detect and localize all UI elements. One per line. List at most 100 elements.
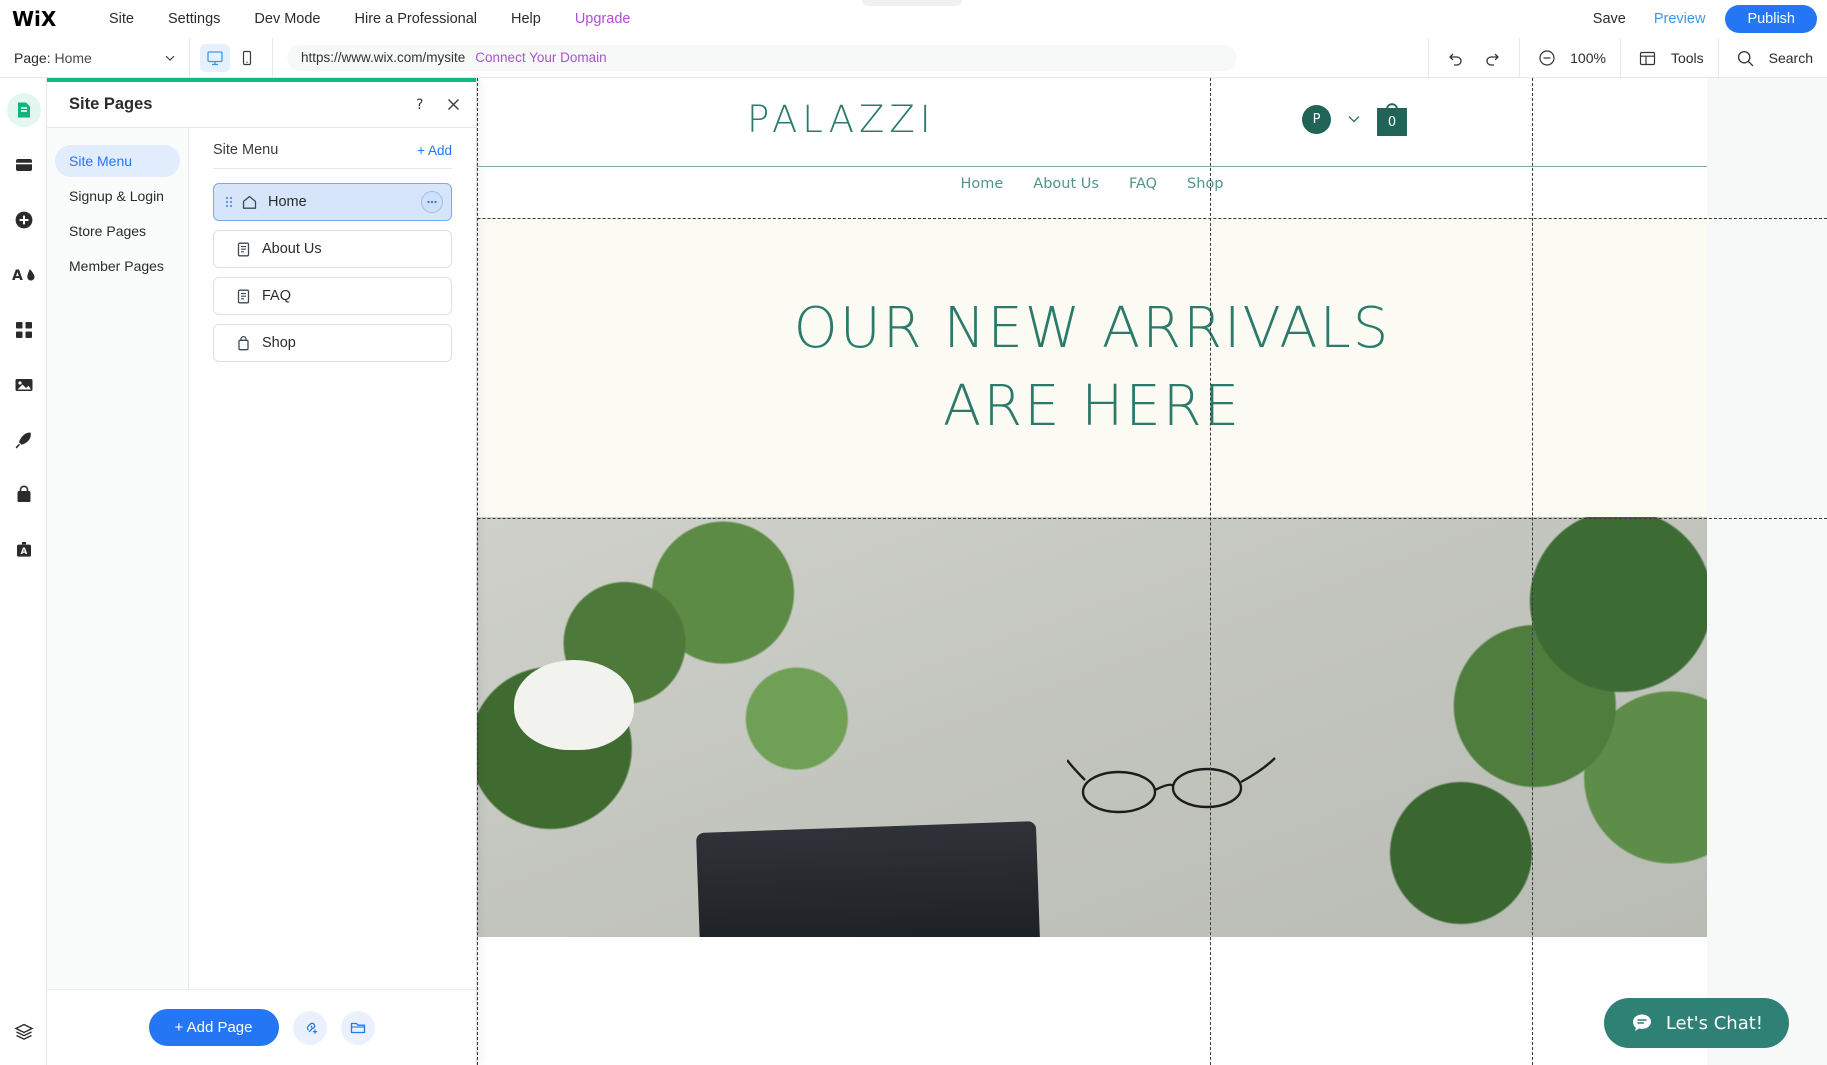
panel-nav-store-pages[interactable]: Store Pages: [55, 215, 180, 247]
desktop-view-button[interactable]: [200, 43, 230, 72]
menu-settings[interactable]: Settings: [151, 0, 237, 38]
rail-blog[interactable]: [0, 416, 47, 463]
page-selector-value: Home: [54, 49, 92, 66]
svg-text:A: A: [12, 268, 23, 284]
zoom-level[interactable]: 100%: [1570, 50, 1606, 66]
save-button[interactable]: Save: [1579, 11, 1640, 27]
hero-headline: OUR NEW ARRIVALS ARE HERE: [794, 290, 1391, 446]
undo-button[interactable]: [1443, 45, 1469, 71]
menu-help[interactable]: Help: [494, 0, 558, 38]
preview-button[interactable]: Preview: [1640, 11, 1720, 27]
page-label-faq: FAQ: [262, 288, 292, 304]
panel-header-actions: ?: [412, 96, 462, 113]
marketing-icon: A: [16, 541, 31, 557]
rail-add-elements[interactable]: [0, 196, 47, 243]
add-menu-item-button[interactable]: + Add: [417, 143, 452, 158]
page-row-shop[interactable]: Shop: [213, 324, 452, 362]
chevron-down-icon[interactable]: [1345, 110, 1363, 128]
zoom-group[interactable]: 100%: [1519, 38, 1620, 78]
add-page-button[interactable]: + Add Page: [148, 1009, 279, 1046]
rail-site-pages[interactable]: [0, 86, 47, 133]
panel-title: Site Pages: [69, 95, 153, 113]
tools-label[interactable]: Tools: [1671, 50, 1704, 66]
menu-site[interactable]: Site: [92, 0, 151, 38]
search-group[interactable]: Search: [1717, 38, 1827, 78]
zoom-out-button[interactable]: [1534, 45, 1560, 71]
site-pages-icon: [17, 102, 30, 117]
drag-handle-icon[interactable]: [224, 194, 234, 210]
chat-bubble-icon: [1632, 1014, 1651, 1031]
site-header-actions: P 0: [1302, 102, 1407, 136]
site-brand: PALAZZI: [747, 98, 936, 141]
page-selector-prefix: Page:: [14, 49, 51, 66]
rail-store[interactable]: [0, 471, 47, 518]
history-group: [1428, 38, 1519, 78]
more-options-icon[interactable]: [421, 191, 443, 213]
rail-apps[interactable]: [0, 306, 47, 353]
redo-button[interactable]: [1479, 45, 1505, 71]
hero-line-1: OUR NEW ARRIVALS: [793, 295, 1391, 361]
site-stage[interactable]: PALAZZI P 0 Home About Us FAQ Shop OUR N…: [477, 78, 1707, 1065]
rail-sections[interactable]: [0, 141, 47, 188]
add-link-button[interactable]: [292, 1010, 327, 1045]
glasses-icon: [1067, 757, 1277, 814]
page-row-home[interactable]: Home: [213, 183, 452, 221]
site-url-bar[interactable]: https://www.wix.com/mysite Connect Your …: [287, 44, 1237, 71]
hero-photo[interactable]: [477, 517, 1707, 937]
site-nav-faq[interactable]: FAQ: [1129, 176, 1157, 192]
site-header[interactable]: PALAZZI P 0 Home About Us FAQ Shop: [477, 78, 1707, 218]
page-icon: [232, 288, 254, 305]
menu-upgrade[interactable]: Upgrade: [558, 0, 648, 38]
chat-widget-button[interactable]: Let's Chat!: [1603, 998, 1789, 1048]
panel-nav-signup-login[interactable]: Signup & Login: [55, 180, 180, 212]
page-row-about-us[interactable]: About Us: [213, 230, 452, 268]
top-tab-nub: [862, 0, 962, 6]
chat-widget-label: Let's Chat!: [1665, 1012, 1763, 1034]
avatar[interactable]: P: [1302, 104, 1331, 134]
plant-pot: [513, 659, 634, 750]
add-folder-button[interactable]: [340, 1010, 375, 1045]
publish-button[interactable]: Publish: [1725, 5, 1817, 33]
page-row-faq[interactable]: FAQ: [213, 277, 452, 315]
menu-dev-mode[interactable]: Dev Mode: [237, 0, 337, 38]
hero-section[interactable]: OUR NEW ARRIVALS ARE HERE: [477, 218, 1707, 517]
blog-icon: [15, 431, 31, 448]
close-icon: [448, 99, 459, 110]
page-selector[interactable]: Page: Home: [0, 37, 190, 78]
site-nav-shop[interactable]: Shop: [1187, 176, 1223, 192]
left-icon-rail: A A: [0, 78, 47, 1065]
panel-nav-member-pages[interactable]: Member Pages: [55, 250, 180, 282]
editor-toolbar: Page: Home https://www.wix.com/mysite Co…: [0, 37, 1827, 78]
site-nav-about-us[interactable]: About Us: [1033, 176, 1099, 192]
rail-site-design[interactable]: A: [0, 251, 47, 298]
svg-text:WiX: WiX: [12, 8, 57, 30]
tools-group[interactable]: Tools: [1619, 38, 1718, 78]
mobile-view-button[interactable]: [232, 44, 262, 72]
svg-text:A: A: [20, 547, 27, 557]
panel-nav: Site Menu Signup & Login Store Pages Mem…: [47, 128, 189, 989]
site-pages-panel[interactable]: Site Pages ? Site Menu Signup & Login St…: [47, 78, 477, 1065]
tools-button[interactable]: [1635, 45, 1661, 71]
menu-hire-a-professional[interactable]: Hire a Professional: [338, 0, 495, 38]
add-elements-icon: [15, 211, 32, 228]
site-nav-home[interactable]: Home: [960, 176, 1003, 192]
panel-body: Site Menu Signup & Login Store Pages Mem…: [47, 128, 476, 989]
search-label[interactable]: Search: [1769, 50, 1813, 66]
rail-marketing[interactable]: A: [0, 526, 47, 573]
connect-domain-link[interactable]: Connect Your Domain: [475, 50, 606, 65]
search-icon: [1738, 50, 1754, 66]
close-button[interactable]: [445, 96, 462, 113]
panel-nav-site-menu[interactable]: Site Menu: [55, 145, 180, 177]
cart-button[interactable]: 0: [1377, 102, 1407, 136]
site-menu-title: Site Menu: [213, 142, 279, 158]
panel-footer: + Add Page: [47, 989, 476, 1065]
svg-text:?: ?: [416, 97, 423, 113]
rail-media[interactable]: [0, 361, 47, 408]
cart-count: 0: [1377, 108, 1407, 136]
help-button[interactable]: ?: [412, 96, 429, 113]
sections-icon: [15, 158, 32, 171]
panel-main: Site Menu + Add Home About Us FAQ Shop: [189, 128, 476, 989]
rail-layers[interactable]: [0, 1008, 47, 1055]
wix-logo[interactable]: WiX: [12, 8, 64, 30]
search-button[interactable]: [1733, 45, 1759, 71]
